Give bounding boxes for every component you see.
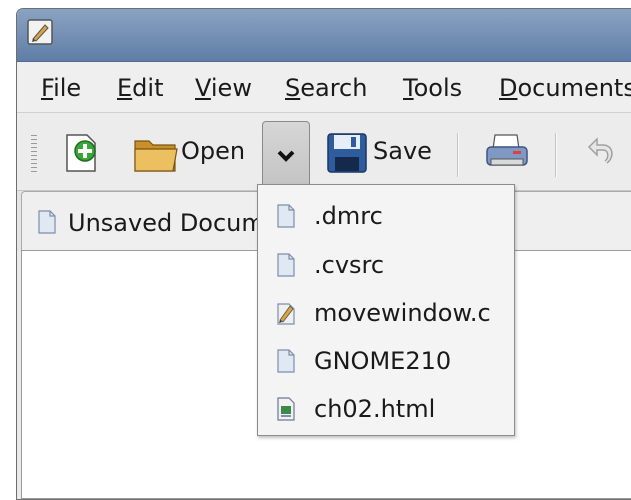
recent-file-label: ch02.html (314, 395, 436, 423)
undo-icon (587, 137, 613, 164)
new-document-icon (66, 134, 96, 172)
html-file-icon (277, 397, 295, 421)
menu-documents[interactable]: Documents (499, 74, 631, 102)
menu-search[interactable]: Search (285, 74, 367, 102)
save-label: Save (373, 137, 432, 165)
recent-files-dropdown-button[interactable] (262, 121, 310, 193)
text-editor-icon[interactable] (27, 19, 53, 45)
c-source-file-icon (277, 303, 295, 325)
floppy-disk-icon (327, 133, 367, 173)
recent-files-menu: .dmrc .cvsrc movewindow.c GNOME210 ch02.… (257, 184, 515, 436)
recent-file-item[interactable]: GNOME210 (258, 336, 514, 384)
folder-icon (134, 140, 178, 172)
recent-file-label: GNOME210 (314, 347, 452, 375)
menu-file[interactable]: File (41, 74, 81, 102)
menu-edit[interactable]: Edit (117, 74, 163, 102)
open-label: Open (181, 137, 246, 165)
text-file-icon (38, 210, 56, 234)
text-file-icon (277, 253, 295, 277)
recent-file-item[interactable]: ch02.html (258, 384, 514, 432)
recent-file-item[interactable]: .dmrc (258, 191, 514, 239)
save-button[interactable]: Save (325, 127, 443, 177)
recent-file-label: .cvsrc (314, 251, 385, 279)
print-button[interactable] (483, 129, 531, 175)
text-file-icon (277, 204, 295, 228)
toolbar-separator (555, 133, 557, 177)
recent-file-item[interactable]: .cvsrc (258, 240, 514, 288)
text-file-icon (277, 349, 295, 373)
new-button[interactable] (61, 131, 101, 175)
menu-view[interactable]: View (195, 74, 252, 102)
toolbar-separator (457, 133, 459, 177)
menu-bar: File Edit View Search Tools Documents (17, 62, 631, 112)
recent-file-item[interactable]: movewindow.c (258, 288, 514, 336)
toolbar-grip[interactable] (31, 135, 37, 175)
toolbar: Open Save (17, 112, 631, 193)
recent-file-label: movewindow.c (314, 299, 491, 327)
title-bar[interactable] (17, 9, 631, 62)
printer-icon (486, 134, 528, 166)
undo-button[interactable] (585, 133, 621, 173)
open-button[interactable]: Open (129, 127, 253, 177)
recent-file-label: .dmrc (314, 202, 383, 230)
menu-tools[interactable]: Tools (403, 74, 462, 102)
chevron-down-icon (277, 150, 295, 162)
